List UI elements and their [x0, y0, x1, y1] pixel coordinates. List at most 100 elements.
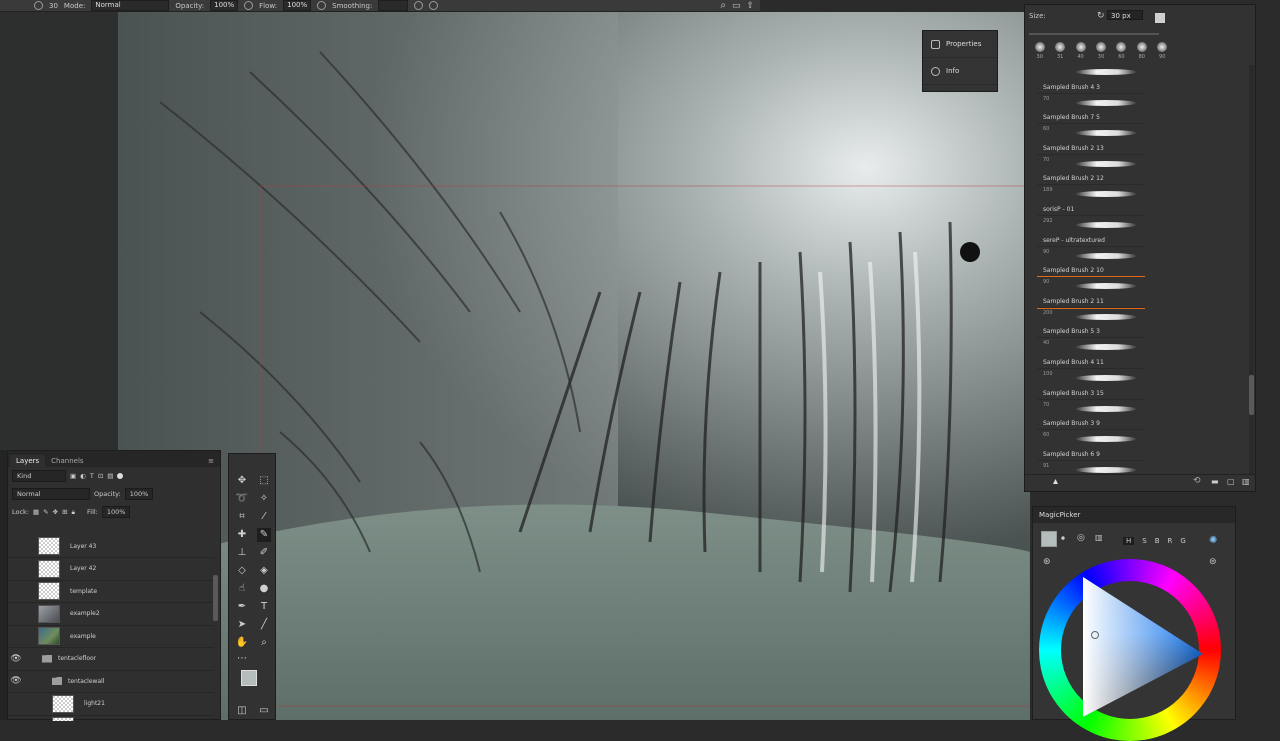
- smoothing-field[interactable]: [378, 0, 409, 11]
- brush-size-field[interactable]: 30 px: [1107, 10, 1143, 20]
- tab-layers[interactable]: Layers: [10, 455, 46, 467]
- filter-shape-icon[interactable]: ⊡: [98, 472, 103, 480]
- size-slider[interactable]: [1029, 33, 1159, 35]
- trash-icon[interactable]: ▥: [1242, 477, 1250, 486]
- brush-list-item[interactable]: 100 Sampled Brush 3 15: [1037, 369, 1145, 400]
- mode-saturation-button[interactable]: S: [1142, 537, 1146, 545]
- layer-row[interactable]: light21: [8, 693, 214, 716]
- foreground-color-swatch[interactable]: [241, 670, 257, 686]
- properties-button[interactable]: Properties: [923, 31, 997, 58]
- magic-wand-tool-icon[interactable]: ✧: [257, 492, 271, 506]
- new-group-icon[interactable]: ▬: [1211, 477, 1219, 486]
- scrollbar-thumb[interactable]: [1249, 375, 1254, 415]
- eraser-tool-icon[interactable]: ◇: [235, 564, 249, 578]
- mode-green-button[interactable]: G: [1180, 537, 1185, 545]
- preset-brush[interactable]: 90: [1154, 41, 1171, 63]
- lock-transparent-icon[interactable]: ▦: [33, 508, 39, 516]
- tab-channels[interactable]: Channels: [45, 455, 89, 467]
- crop-tool-icon[interactable]: ⌗: [235, 510, 249, 524]
- opacity-field[interactable]: 100%: [210, 0, 239, 11]
- filter-kind-dropdown[interactable]: Kind: [12, 470, 66, 482]
- visibility-eye-icon[interactable]: 👁︎: [8, 676, 24, 686]
- layer-opacity-field[interactable]: 100%: [124, 488, 154, 500]
- mode-red-button[interactable]: R: [1168, 537, 1173, 545]
- brush-size-readout[interactable]: 30: [49, 2, 58, 10]
- new-brush-icon[interactable]: ▢: [1227, 477, 1235, 486]
- hue-rotate-icon[interactable]: ⊛: [1043, 557, 1051, 567]
- layer-row[interactable]: 👁︎oo: [8, 715, 214, 721]
- healing-tool-icon[interactable]: ✚: [235, 528, 249, 542]
- line-tool-icon[interactable]: ╱: [257, 618, 271, 632]
- brush-list-item[interactable]: 70 Sampled Brush 2 12: [1037, 155, 1145, 186]
- mode-dropdown[interactable]: Normal: [91, 0, 170, 11]
- layer-row[interactable]: example2: [8, 603, 214, 626]
- layer-row[interactable]: Layer 42: [8, 558, 214, 581]
- layer-row[interactable]: Layer 43: [8, 535, 214, 558]
- toggle-icon[interactable]: ⦁: [1061, 533, 1065, 543]
- share-icon[interactable]: ⇪: [746, 1, 754, 11]
- settings-sun-icon[interactable]: ✺: [1209, 535, 1217, 546]
- dodge-tool-icon[interactable]: ●: [257, 582, 271, 596]
- preset-brush[interactable]: 30: [1031, 41, 1048, 63]
- layers-scrollbar-thumb[interactable]: [213, 575, 218, 621]
- filter-smart-icon[interactable]: ▤: [107, 472, 113, 480]
- filter-toggle-icon[interactable]: [117, 473, 124, 479]
- brush-list-item[interactable]: 189 sorisP - 01: [1037, 185, 1145, 216]
- workspace-icon[interactable]: ▭: [732, 1, 741, 11]
- brush-list-item[interactable]: 292 sereP - ultratextured: [1037, 216, 1145, 247]
- screen-mode-icon[interactable]: ▭: [257, 704, 271, 718]
- flow-field[interactable]: 100%: [283, 0, 312, 11]
- airbrush-icon[interactable]: [317, 1, 327, 10]
- layer-row[interactable]: example: [8, 625, 214, 648]
- hand-tool-icon[interactable]: ✋: [235, 636, 249, 650]
- mode-brightness-button[interactable]: B: [1155, 537, 1160, 545]
- brush-list-item[interactable]: 91Sampled Brush 3 12: [1037, 461, 1145, 475]
- brush-settings-icon[interactable]: [1155, 13, 1165, 23]
- layer-group-row[interactable]: 👁︎ tentaclewall: [8, 670, 214, 693]
- brush-list-item[interactable]: 200 Sampled Brush 5 3: [1037, 308, 1145, 339]
- brush-preset-icon[interactable]: [34, 1, 43, 10]
- preset-brush[interactable]: 60: [1113, 41, 1130, 63]
- sliders-mode-icon[interactable]: ▥: [1095, 533, 1103, 542]
- stamp-tool-icon[interactable]: ⊥: [235, 546, 249, 560]
- marquee-tool-icon[interactable]: ⬚: [257, 474, 271, 488]
- search-icon[interactable]: ⌕: [720, 0, 726, 11]
- brush-list-item[interactable]: Sampled Brush 4 3: [1037, 63, 1145, 94]
- lock-paint-icon[interactable]: ✎: [43, 508, 48, 516]
- brush-tool-icon[interactable]: ✎: [257, 528, 271, 542]
- options-icon[interactable]: ⊜: [1209, 557, 1217, 567]
- move-tool-icon[interactable]: ✥: [235, 474, 249, 488]
- visibility-eye-icon[interactable]: 👁︎: [8, 654, 24, 664]
- lock-artboard-icon[interactable]: ⊞: [62, 508, 67, 516]
- pressure-size-icon[interactable]: [429, 1, 439, 10]
- layer-row[interactable]: template: [8, 580, 214, 603]
- more-tools-icon[interactable]: ⋯: [235, 652, 249, 666]
- brush-list-item[interactable]: 40 Sampled Brush 4 11: [1037, 338, 1145, 369]
- brush-list-item[interactable]: 60 Sampled Brush 6 9: [1037, 430, 1145, 461]
- lock-all-icon[interactable]: 🔒︎: [72, 508, 75, 517]
- path-select-tool-icon[interactable]: ➤: [235, 618, 249, 632]
- smudge-tool-icon[interactable]: ☝: [235, 582, 249, 596]
- quick-mask-icon[interactable]: ◫: [235, 704, 249, 718]
- panel-menu-icon[interactable]: ≡: [202, 457, 220, 467]
- type-tool-icon[interactable]: T: [257, 600, 271, 614]
- brush-list-item[interactable]: 90 Sampled Brush 2 10: [1037, 247, 1145, 278]
- history-brush-icon[interactable]: ✐: [257, 546, 271, 560]
- mode-hue-button[interactable]: H: [1123, 537, 1135, 545]
- reset-size-icon[interactable]: ↻: [1097, 11, 1105, 21]
- gear-icon[interactable]: [414, 1, 424, 10]
- pen-tool-icon[interactable]: ✒: [235, 600, 249, 614]
- eyedropper-tool-icon[interactable]: ⁄: [257, 510, 271, 524]
- filter-adjust-icon[interactable]: ◐: [80, 472, 86, 480]
- brush-list-item[interactable]: 90 Sampled Brush 2 11: [1037, 276, 1145, 309]
- brush-tools-icon[interactable]: ⟲: [1193, 476, 1201, 486]
- brush-list-item[interactable]: 60 Sampled Brush 2 13: [1037, 124, 1145, 155]
- layer-group-row[interactable]: 👁︎ tentaclefloor: [8, 648, 214, 671]
- preset-brush[interactable]: 31: [1051, 41, 1068, 63]
- current-color-swatch[interactable]: [1041, 531, 1057, 547]
- bucket-tool-icon[interactable]: ◈: [257, 564, 271, 578]
- filter-pixel-icon[interactable]: ▣: [70, 472, 76, 480]
- fill-field[interactable]: 100%: [101, 506, 131, 518]
- preset-brush[interactable]: 80: [1133, 41, 1150, 63]
- lock-move-icon[interactable]: ✥: [53, 508, 58, 516]
